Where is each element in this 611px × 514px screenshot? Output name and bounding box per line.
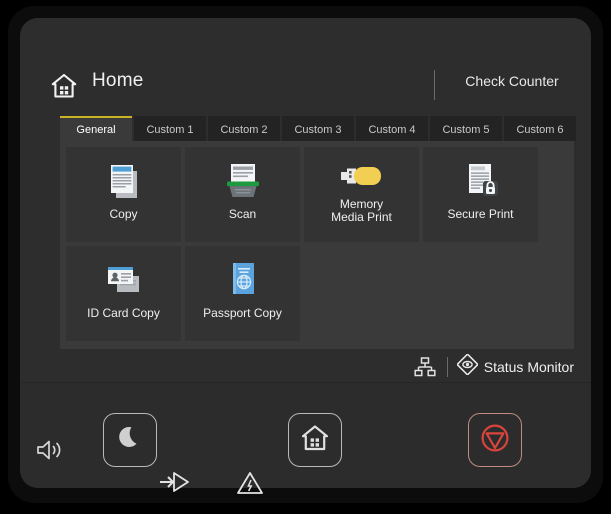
tab-general[interactable]: General (60, 116, 132, 141)
tile-label-memory-media-print: Memory Media Print (306, 198, 418, 224)
home-tile-panel: Copy Scan Memory Media Print Secure Prin… (60, 141, 574, 349)
tile-label-copy: Copy (109, 207, 138, 221)
tile-label-secure-print: Secure Print (447, 207, 514, 221)
tile-label-id-card-copy: ID Card Copy (87, 306, 160, 320)
sleep-button[interactable] (103, 413, 157, 467)
id-card-icon (101, 255, 147, 305)
scanner-icon (220, 156, 266, 206)
stop-circle-triangle-icon (479, 422, 511, 459)
tab-custom-1[interactable]: Custom 1 (134, 116, 206, 141)
tab-custom-4[interactable]: Custom 4 (356, 116, 428, 141)
data-arrow-indicator-icon (158, 469, 192, 493)
home-button[interactable] (288, 413, 342, 467)
status-monitor-label: Status Monitor (483, 359, 574, 375)
tile-secure-print[interactable]: Secure Print (423, 147, 538, 242)
passport-booklet-icon (220, 255, 266, 305)
tile-label-line1: Memory (339, 197, 384, 211)
tab-custom-6[interactable]: Custom 6 (504, 116, 576, 141)
tile-scan[interactable]: Scan (185, 147, 300, 242)
hardware-button-row (20, 382, 591, 488)
warning-triangle-icon (236, 470, 264, 494)
tile-passport-copy[interactable]: Passport Copy (185, 246, 300, 341)
document-lock-icon (458, 156, 504, 206)
tab-custom-5[interactable]: Custom 5 (430, 116, 502, 141)
stop-button[interactable] (468, 413, 522, 467)
check-counter-button[interactable]: Check Counter (450, 73, 574, 89)
tab-custom-2[interactable]: Custom 2 (208, 116, 280, 141)
status-monitor-eye-icon (455, 353, 479, 380)
copy-document-icon (101, 156, 147, 206)
moon-sleep-icon (115, 423, 145, 458)
title-divider (434, 70, 435, 100)
tile-label-line2: Media Print (331, 210, 392, 224)
network-lan-icon[interactable] (412, 357, 438, 377)
screen-status-bar: Status Monitor (60, 353, 574, 380)
screen-title-bar: Home Check Counter (50, 68, 574, 108)
usb-flash-drive-icon (337, 156, 387, 196)
tile-id-card-copy[interactable]: ID Card Copy (66, 246, 181, 341)
tile-label-scan: Scan (228, 207, 257, 221)
status-bar-divider (446, 357, 448, 377)
home-house-icon (300, 423, 330, 458)
home-house-icon (50, 72, 78, 100)
tile-label-passport-copy: Passport Copy (203, 306, 282, 320)
speaker-volume-icon (35, 438, 69, 462)
lcd-touchscreen: Home Check Counter General Custom 1 Cust… (20, 18, 591, 382)
printer-control-panel-device: Home Check Counter General Custom 1 Cust… (8, 6, 603, 503)
control-panel-face: Home Check Counter General Custom 1 Cust… (20, 18, 591, 488)
tile-copy[interactable]: Copy (66, 147, 181, 242)
tab-custom-3[interactable]: Custom 3 (282, 116, 354, 141)
status-monitor-button[interactable]: Status Monitor (455, 353, 574, 380)
tile-memory-media-print[interactable]: Memory Media Print (304, 147, 419, 242)
home-tile-grid: Copy Scan Memory Media Print Secure Prin… (66, 147, 568, 345)
home-tab-bar: General Custom 1 Custom 2 Custom 3 Custo… (60, 116, 576, 141)
page-title: Home (92, 70, 144, 91)
